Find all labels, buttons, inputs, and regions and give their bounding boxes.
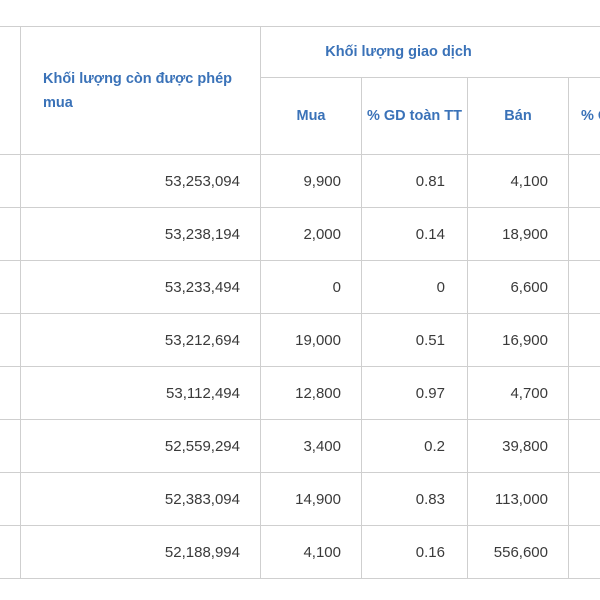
table-row: 53,233,494 0 0 6,600: [0, 260, 600, 314]
row-leftmost-cell: [0, 525, 21, 579]
remaining-volume-cell: 53,233,494: [20, 260, 261, 314]
pct-sell-cell: [567, 154, 600, 208]
remaining-volume-cell: 52,559,294: [20, 419, 261, 473]
pct-sell-cell: [567, 525, 600, 579]
header-cell-leftmost: [0, 26, 21, 155]
header-pct-buy: % GD toàn TT: [361, 77, 468, 155]
pct-sell-cell: [567, 313, 600, 367]
sell-volume-cell: 4,700: [467, 366, 569, 420]
remaining-volume-cell: 52,383,094: [20, 472, 261, 526]
table-body: 53,253,094 9,900 0.81 4,100 53,238,194 2,000 0…: [0, 154, 600, 579]
sell-volume-cell: 39,800: [467, 419, 569, 473]
sell-volume-cell: 6,600: [467, 260, 569, 314]
remaining-volume-cell: 53,212,694: [20, 313, 261, 367]
remaining-volume-cell: 53,112,494: [20, 366, 261, 420]
pct-buy-cell: 0.83: [361, 472, 468, 526]
row-leftmost-cell: [0, 366, 21, 420]
header-row-top: Khối lượng còn được phép mua Khối lượng …: [0, 26, 600, 155]
row-leftmost-cell: [0, 313, 21, 367]
buy-volume-cell: 9,900: [260, 154, 362, 208]
sell-volume-cell: 16,900: [467, 313, 569, 367]
pct-sell-cell: [567, 366, 600, 420]
foreign-trading-table-view: Khối lượng còn được phép mua Khối lượng …: [0, 0, 600, 600]
header-trading-volume-label: Khối lượng giao dịch: [325, 44, 472, 60]
sell-volume-cell: 113,000: [467, 472, 569, 526]
pct-buy-cell: 0.2: [361, 419, 468, 473]
table-row: 53,112,494 12,800 0.97 4,700: [0, 366, 600, 420]
buy-volume-cell: 0: [260, 260, 362, 314]
header-sell: Bán: [467, 77, 569, 155]
pct-sell-cell: [567, 207, 600, 261]
pct-buy-cell: 0.97: [361, 366, 468, 420]
table-row: 52,188,994 4,100 0.16 556,600: [0, 525, 600, 579]
remaining-volume-cell: 53,238,194: [20, 207, 261, 261]
buy-volume-cell: 19,000: [260, 313, 362, 367]
row-leftmost-cell: [0, 419, 21, 473]
buy-volume-cell: 2,000: [260, 207, 362, 261]
pct-sell-cell: [567, 260, 600, 314]
sell-volume-cell: 18,900: [467, 207, 569, 261]
pct-buy-cell: 0.14: [361, 207, 468, 261]
sell-volume-cell: 4,100: [467, 154, 569, 208]
pct-buy-cell: 0: [361, 260, 468, 314]
buy-volume-cell: 14,900: [260, 472, 362, 526]
remaining-volume-cell: 52,188,994: [20, 525, 261, 579]
table-row: 52,559,294 3,400 0.2 39,800: [0, 419, 600, 473]
row-leftmost-cell: [0, 207, 21, 261]
row-leftmost-cell: [0, 260, 21, 314]
pct-buy-cell: 0.81: [361, 154, 468, 208]
header-remaining-volume: Khối lượng còn được phép mua: [20, 26, 261, 155]
pct-sell-cell: [567, 472, 600, 526]
row-leftmost-cell: [0, 154, 21, 208]
table-row: 53,238,194 2,000 0.14 18,900: [0, 207, 600, 261]
header-buy: Mua: [260, 77, 362, 155]
table-row: 53,253,094 9,900 0.81 4,100: [0, 154, 600, 208]
remaining-volume-cell: 53,253,094: [20, 154, 261, 208]
buy-volume-cell: 4,100: [260, 525, 362, 579]
sell-volume-cell: 556,600: [467, 525, 569, 579]
table-row: 52,383,094 14,900 0.83 113,000: [0, 472, 600, 526]
pct-sell-cell: [567, 419, 600, 473]
pct-buy-cell: 0.16: [361, 525, 468, 579]
buy-volume-cell: 12,800: [260, 366, 362, 420]
table-row: 53,212,694 19,000 0.51 16,900: [0, 313, 600, 367]
header-pct-sell: % G: [567, 77, 600, 155]
pct-buy-cell: 0.51: [361, 313, 468, 367]
bottom-fade: [0, 582, 600, 600]
buy-volume-cell: 3,400: [260, 419, 362, 473]
foreign-trading-table: Khối lượng còn được phép mua Khối lượng …: [0, 26, 600, 579]
header-trading-volume-group: Khối lượng giao dịch: [259, 26, 600, 78]
row-leftmost-cell: [0, 472, 21, 526]
